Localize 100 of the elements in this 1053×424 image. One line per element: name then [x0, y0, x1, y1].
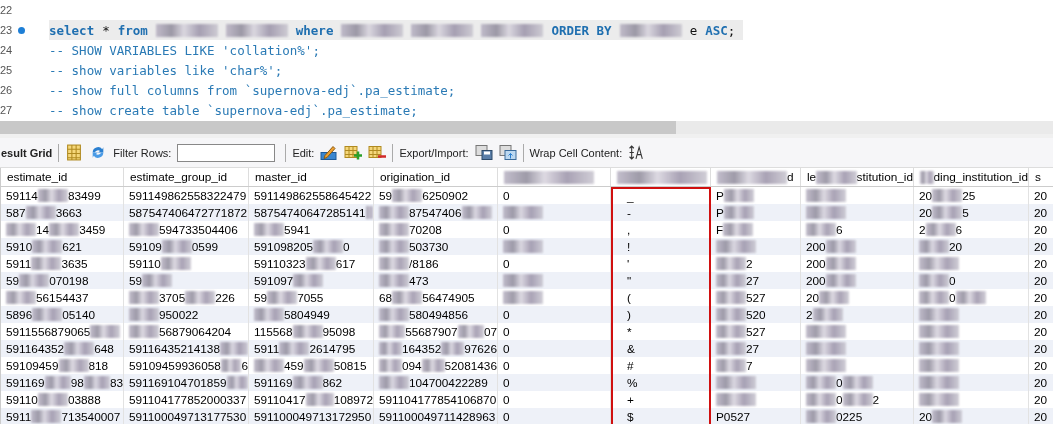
- table-cell: ': [627, 256, 630, 271]
- blurred-patch: [806, 376, 836, 389]
- table-cell: 59110323: [254, 256, 306, 271]
- column-header[interactable]: origination_id: [374, 168, 498, 186]
- blurred-patch: [806, 410, 836, 423]
- table-cell: 5911556879065: [6, 324, 91, 339]
- table-cell: 527: [746, 290, 766, 305]
- blurred-patch: [254, 223, 284, 236]
- table-cell: +: [627, 392, 634, 407]
- table-cell: 5896: [6, 307, 33, 322]
- blurred-patch: [825, 257, 856, 270]
- table-cell: ,: [627, 222, 631, 237]
- table-cell: 0: [503, 307, 510, 322]
- blurred-patch: [919, 376, 959, 389]
- sql-comment: -- show create table `supernova-edj`.pa_estimate;: [49, 102, 418, 118]
- table-cell: 27: [746, 273, 760, 288]
- grid-icon[interactable]: [65, 144, 84, 161]
- column-header[interactable]: estimate_id: [0, 168, 124, 186]
- blurred-patch: [816, 170, 857, 184]
- blurred-patch: [716, 257, 746, 270]
- blurred-patch: [161, 240, 192, 253]
- column-header[interactable]: estimate_group_id: [124, 168, 249, 186]
- table-cell: 98: [70, 375, 84, 390]
- blurred-patch: [160, 257, 191, 270]
- header-text: ding_institution_id: [933, 170, 1028, 184]
- blurred-patch: [379, 342, 402, 355]
- table-cell: 5911: [254, 341, 280, 356]
- table-cell: 591104177854106870: [379, 392, 497, 407]
- blurred-patch: [421, 359, 445, 372]
- table-cell: 07: [483, 324, 497, 339]
- horizontal-scrollbar[interactable]: [0, 121, 1053, 134]
- table-cell: 0: [503, 409, 510, 424]
- table-cell: 20: [806, 290, 820, 305]
- blurred-patch: [806, 359, 846, 372]
- blurred-patch: [379, 359, 402, 372]
- line-number: 24: [0, 44, 14, 56]
- blurred-patch: [305, 393, 334, 406]
- table-cell: _: [627, 189, 634, 204]
- table-cell: 5: [962, 205, 969, 220]
- blurred-patch: [379, 223, 409, 236]
- table-cell: 6: [241, 358, 248, 373]
- delete-row-icon[interactable]: [368, 144, 387, 161]
- table-cell: 527: [746, 324, 766, 339]
- table-cell: %: [627, 375, 638, 390]
- table-cell: 5941: [284, 222, 311, 237]
- blurred-patch: [461, 206, 492, 219]
- table-cell: 14: [36, 222, 50, 237]
- blurred-patch: [716, 393, 756, 406]
- table-cell: 0: [949, 290, 956, 305]
- blurred-patch: [379, 206, 409, 219]
- blurred-patch: [392, 291, 423, 304]
- save-icon[interactable]: [474, 144, 493, 161]
- column-header[interactable]: s: [1029, 168, 1053, 186]
- column-header[interactable]: d: [711, 168, 801, 186]
- blurred-patch: [19, 274, 50, 287]
- table-cell: 200: [806, 239, 826, 254]
- table-cell: 97626: [464, 341, 497, 356]
- table-cell: 5911: [6, 409, 32, 424]
- add-row-icon[interactable]: [344, 144, 363, 161]
- column-header[interactable]: le stitution_id: [801, 168, 914, 186]
- filter-rows-field[interactable]: [177, 143, 276, 162]
- blurred-patch: [716, 291, 746, 304]
- header-text: estimate_group_id: [130, 170, 228, 184]
- line-number: 27: [0, 104, 14, 116]
- column-header[interactable]: ding_institution_id: [914, 168, 1029, 186]
- blurred-patch: [142, 274, 173, 287]
- table-cell: 713540007: [61, 409, 121, 424]
- table-cell: 070198: [49, 273, 89, 288]
- table-cell: 20: [1034, 341, 1048, 356]
- table-cell: 59: [379, 188, 393, 203]
- table-cell: 0: [503, 188, 510, 203]
- table-cell: 3459: [79, 222, 106, 237]
- table-cell: 200: [806, 256, 826, 271]
- result-grid-tab[interactable]: esult Grid: [1, 146, 53, 159]
- table-cell: 59110: [129, 256, 161, 271]
- table-cell: 59116435214138: [129, 341, 220, 356]
- pencil-icon[interactable]: [320, 144, 339, 161]
- table-cell: 591169: [254, 375, 293, 390]
- blurred-patch: [305, 257, 336, 270]
- blurred-patch: [379, 325, 406, 338]
- table-cell: 591097: [254, 273, 294, 288]
- header-text: s: [1035, 170, 1041, 184]
- table-cell: 20: [1034, 409, 1048, 424]
- header-text: master_id: [255, 170, 307, 184]
- table-cell: 03888: [67, 392, 101, 407]
- table-cell: ): [627, 307, 631, 322]
- table-cell: 59114: [6, 188, 38, 203]
- blurred-patch: [716, 274, 746, 287]
- import-icon[interactable]: [498, 144, 517, 161]
- scrollbar-thumb[interactable]: [0, 121, 676, 134]
- column-header[interactable]: master_id: [249, 168, 374, 186]
- table-cell: 20: [1034, 205, 1048, 220]
- table-cell: 2614795: [309, 341, 356, 356]
- blurred-patch: [825, 240, 856, 253]
- table-cell: 7: [746, 358, 753, 373]
- table-cell: 87547406: [409, 205, 462, 220]
- table-cell: 580494856: [409, 307, 469, 322]
- table-cell: 591169: [6, 375, 45, 390]
- table-cell: #: [627, 358, 634, 373]
- blurred-patch: [919, 240, 949, 253]
